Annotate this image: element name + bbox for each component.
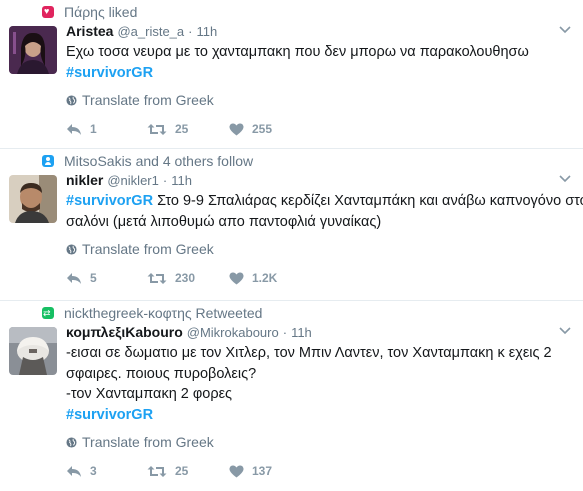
avatar[interactable] — [9, 175, 57, 223]
heart-icon — [229, 271, 244, 284]
person-icon — [42, 155, 54, 167]
reply-button[interactable]: 3 — [66, 464, 147, 478]
retweet-count: 230 — [175, 271, 196, 285]
tweet-text-line: -εισαι σε δωματιο με τον Χιτλερ, τον Μπι… — [66, 345, 552, 361]
reply-button[interactable]: 5 — [66, 271, 147, 285]
translate-text: Translate from Greek — [82, 92, 214, 108]
globe-icon — [66, 436, 77, 448]
separator-dot: · — [162, 172, 168, 188]
retweet-button[interactable]: 25 — [147, 122, 229, 136]
retweet-icon — [147, 465, 167, 477]
tweet-text-line: Εχω τοσα νευρα με το χανταμπακη που δεν … — [66, 44, 529, 60]
reply-icon — [67, 123, 81, 135]
reply-count: 1 — [90, 122, 97, 136]
separator-dot: · — [188, 23, 193, 39]
tweet-context: Πάρης liked — [42, 3, 137, 21]
reply-icon — [67, 465, 81, 477]
translate-text: Translate from Greek — [82, 241, 214, 257]
retweet-icon — [42, 307, 54, 319]
translate-link[interactable]: Translate from Greek — [66, 433, 571, 451]
tweet-content: κομπλεξιKabouro @Mikrokabouro · 11h -εισ… — [66, 322, 571, 481]
retweet-count: 25 — [175, 122, 189, 136]
retweet-icon — [147, 123, 167, 135]
separator-dot: · — [282, 324, 288, 340]
heart-icon — [229, 122, 244, 135]
tweet-text-line: -τον Χανταμπακη 2 φορες — [66, 386, 233, 402]
timestamp[interactable]: 11h — [197, 24, 218, 39]
hashtag-link[interactable]: #survivorGR — [66, 405, 571, 426]
avatar[interactable] — [9, 26, 57, 74]
context-text[interactable]: Πάρης liked — [64, 4, 137, 20]
tweet-actions: 3 25 137 — [66, 461, 571, 481]
retweet-button[interactable]: 25 — [147, 464, 229, 478]
timestamp[interactable]: 11h — [291, 325, 312, 340]
username[interactable]: @Mikrokabouro — [187, 325, 279, 340]
like-button[interactable]: 255 — [229, 122, 309, 136]
hashtag-link[interactable]: #survivorGR — [66, 63, 571, 84]
timestamp[interactable]: 11h — [171, 173, 192, 188]
reply-count: 5 — [90, 271, 97, 285]
tweet-text-line: σφαιρες. ποιους πυροβολεις? — [66, 365, 257, 382]
tweet-content: nikler @nikler1 · 11h #survivorGR Στο 9-… — [66, 170, 583, 288]
reply-count: 3 — [90, 464, 97, 478]
tweet-text: -εισαι σε δωματιο με τον Χιτλερ, τον Μπι… — [66, 343, 571, 425]
heart-icon — [42, 5, 54, 18]
tweet-text-segment: Στο 9-9 Σπαλιάρας κερδίζει Χανταμπάκη κα… — [153, 193, 583, 209]
tweet-text: Εχω τοσα νευρα με το χανταμπακη που δεν … — [66, 42, 571, 83]
tweet-content: Aristea @a_riste_a · 11h Εχω τοσα νευρα … — [66, 21, 571, 139]
tweet-header: nikler @nikler1 · 11h — [66, 170, 571, 190]
username[interactable]: @nikler1 — [107, 173, 159, 188]
tweet-context: MitsoSakis and 4 others follow — [42, 152, 253, 170]
reply-icon — [67, 272, 81, 284]
translate-link[interactable]: Translate from Greek — [66, 240, 571, 258]
heart-icon — [229, 464, 244, 477]
fullname[interactable]: nikler — [66, 172, 103, 188]
globe-icon — [66, 94, 77, 106]
tweet-2[interactable]: MitsoSakis and 4 others follow nikler @n… — [0, 149, 583, 301]
username[interactable]: @a_riste_a — [117, 24, 184, 39]
context-text[interactable]: nickthegreek-κοφτης Retweeted — [64, 305, 262, 321]
tweet-text-line: #survivorGR Στο 9-9 Σπαλιάρας κερδίζει Χ… — [66, 191, 583, 212]
tweet-context: nickthegreek-κοφτης Retweeted — [42, 304, 262, 322]
tweet-header: κομπλεξιKabouro @Mikrokabouro · 11h — [66, 322, 571, 342]
tweet-1[interactable]: Πάρης liked Aristea @a_riste_a · 11h Εχω… — [0, 0, 583, 149]
hashtag-link[interactable]: #survivorGR — [66, 193, 153, 209]
retweet-icon — [147, 272, 167, 284]
reply-button[interactable]: 1 — [66, 122, 147, 136]
like-count: 137 — [252, 464, 273, 478]
context-text[interactable]: MitsoSakis and 4 others follow — [64, 153, 253, 169]
like-count: 1.2K — [252, 271, 278, 285]
translate-link[interactable]: Translate from Greek — [66, 91, 571, 109]
like-count: 255 — [252, 122, 273, 136]
fullname[interactable]: κομπλεξιKabouro — [66, 324, 183, 340]
globe-icon — [66, 243, 77, 255]
tweet-header: Aristea @a_riste_a · 11h — [66, 21, 571, 41]
tweet-actions: 1 25 255 — [66, 119, 571, 139]
avatar[interactable] — [9, 327, 57, 375]
retweet-count: 25 — [175, 464, 189, 478]
translate-text: Translate from Greek — [82, 434, 214, 450]
tweet-text: #survivorGR Στο 9-9 Σπαλιάρας κερδίζει Χ… — [66, 191, 583, 232]
tweet-3[interactable]: nickthegreek-κοφτης Retweeted κομπλεξιKa… — [0, 301, 583, 491]
fullname[interactable]: Aristea — [66, 23, 113, 39]
tweet-actions: 5 230 1.2K — [66, 268, 571, 288]
retweet-button[interactable]: 230 — [147, 271, 229, 285]
tweet-text-line: σαλόνι (μετά λιποθυμώ απο παντοφλιά γυνα… — [66, 213, 382, 230]
like-button[interactable]: 1.2K — [229, 271, 309, 285]
like-button[interactable]: 137 — [229, 464, 309, 478]
